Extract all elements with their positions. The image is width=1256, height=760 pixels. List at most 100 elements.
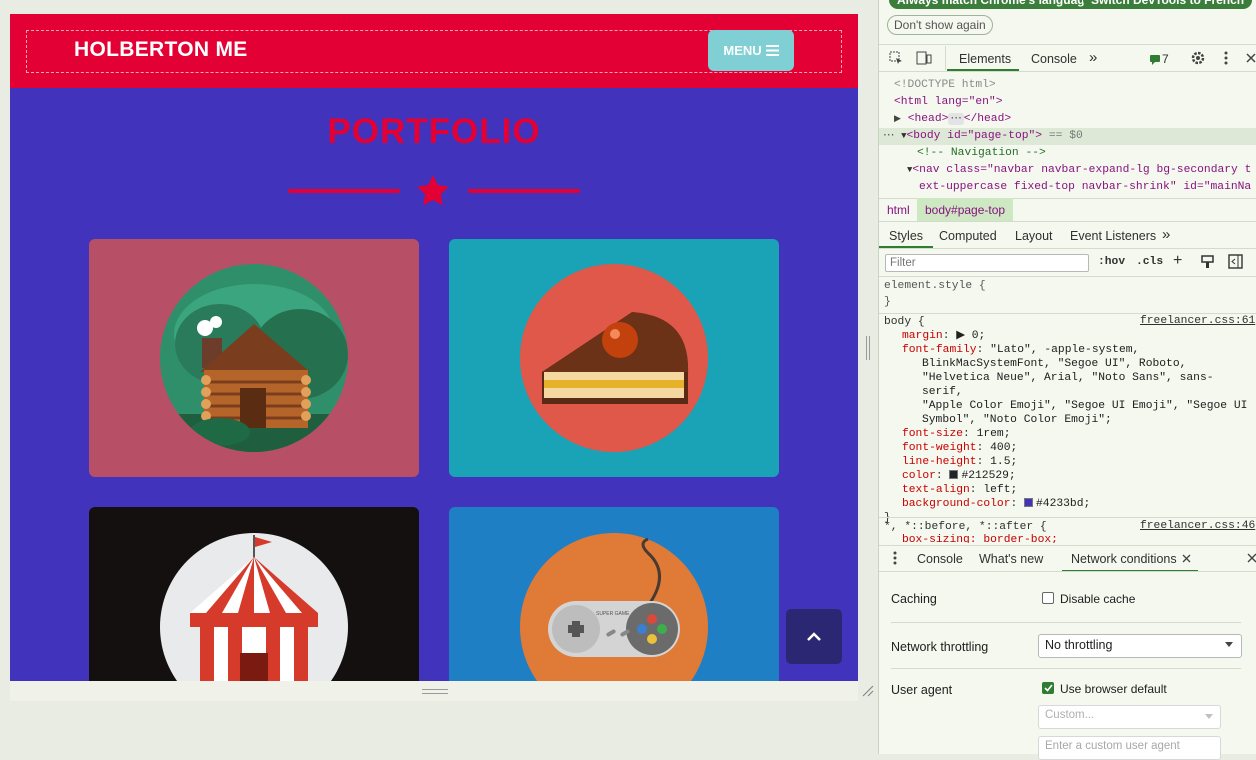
dom-html-node[interactable]: <html lang="en"> bbox=[894, 94, 1256, 111]
match-language-button[interactable]: Always match Chrome's language bbox=[889, 0, 1100, 9]
tab-computed[interactable]: Computed bbox=[939, 229, 997, 243]
issues-icon[interactable] bbox=[1149, 54, 1161, 65]
css-declaration[interactable]: font-size: 1rem; bbox=[884, 427, 1254, 441]
cake-icon bbox=[520, 264, 708, 452]
close-icon[interactable] bbox=[1245, 52, 1256, 64]
drawer-tab-close-icon[interactable] bbox=[1182, 554, 1191, 563]
css-value[interactable]: ▶ 0; bbox=[956, 330, 985, 342]
drawer-tab-whats-new[interactable]: What's new bbox=[979, 552, 1043, 566]
css-value[interactable]: #4233bd; bbox=[1036, 498, 1090, 510]
device-toolbar-icon[interactable] bbox=[916, 51, 932, 65]
css-value[interactable]: 1rem; bbox=[977, 428, 1011, 440]
css-property[interactable]: color bbox=[902, 470, 936, 482]
body-style-rule: body { margin: ▶ 0; font-family: "Lato", … bbox=[884, 315, 1254, 525]
styles-filter-input[interactable] bbox=[885, 254, 1089, 272]
new-style-rule-icon[interactable]: + bbox=[1173, 252, 1182, 270]
dom-comment[interactable]: <!-- Navigation --> bbox=[917, 145, 1046, 162]
inspect-element-icon[interactable] bbox=[889, 51, 903, 65]
css-value[interactable]: 1.5; bbox=[990, 456, 1017, 468]
resize-grip-icon[interactable] bbox=[422, 689, 448, 694]
css-value[interactable]: left; bbox=[983, 484, 1017, 496]
divider-line-right bbox=[468, 189, 580, 193]
css-property[interactable]: text-align bbox=[902, 484, 970, 496]
breadcrumb-body[interactable]: body#page-top bbox=[917, 198, 1014, 221]
drawer-menu-icon[interactable] bbox=[893, 551, 897, 565]
css-declaration[interactable]: Symbol", "Noto Color Emoji"; bbox=[884, 413, 1254, 427]
section-title: PORTFOLIO bbox=[327, 112, 541, 151]
tab-console[interactable]: Console bbox=[1031, 52, 1077, 66]
switch-language-button[interactable]: Switch DevTools to French bbox=[1083, 0, 1253, 9]
custom-user-agent-input[interactable]: Enter a custom user agent bbox=[1038, 736, 1221, 760]
sidebar-toggle-icon[interactable] bbox=[1228, 254, 1243, 269]
drawer-tab-console[interactable]: Console bbox=[917, 552, 963, 566]
issues-count[interactable]: 7 bbox=[1162, 52, 1169, 66]
dom-body-node[interactable]: ⋯ ▼<body id="page-top"> == $0 bbox=[879, 128, 1256, 145]
tab-styles[interactable]: Styles bbox=[889, 229, 923, 243]
user-agent-select: Custom... bbox=[1038, 705, 1221, 729]
portfolio-item-game[interactable]: SUPER GAME bbox=[449, 507, 779, 681]
dom-head-node[interactable]: ▶ <head> ⋯ </head> bbox=[894, 111, 1256, 128]
dont-show-again-button[interactable]: Don't show again bbox=[887, 15, 993, 35]
css-value[interactable]: "Apple Color Emoji", "Segoe UI Emoji", "… bbox=[922, 400, 1247, 412]
hamburger-icon bbox=[765, 45, 779, 56]
css-value[interactable]: 400; bbox=[990, 442, 1017, 454]
css-declaration[interactable]: margin: ▶ 0; bbox=[884, 329, 1254, 343]
more-style-tabs-icon[interactable]: » bbox=[1162, 226, 1170, 243]
css-value[interactable]: "Helvetica Neue", Arial, "Noto Sans", sa… bbox=[922, 372, 1214, 398]
portfolio-item-circus[interactable] bbox=[89, 507, 419, 681]
scroll-to-top-button[interactable] bbox=[786, 609, 842, 664]
css-declaration[interactable]: BlinkMacSystemFont, "Segoe UI", Roboto, bbox=[884, 357, 1254, 371]
site-brand-link[interactable]: HOLBERTON ME bbox=[74, 38, 248, 62]
css-declaration[interactable]: "Apple Color Emoji", "Segoe UI Emoji", "… bbox=[884, 399, 1254, 413]
css-value[interactable]: #212529; bbox=[961, 470, 1015, 482]
css-declaration[interactable]: background-color: #4233bd; bbox=[884, 497, 1254, 511]
css-property[interactable]: line-height bbox=[902, 456, 977, 468]
css-declaration[interactable]: text-align: left; bbox=[884, 483, 1254, 497]
gear-icon[interactable] bbox=[1190, 50, 1206, 66]
panel-splitter-grip-icon[interactable] bbox=[866, 336, 870, 360]
css-property[interactable]: font-weight bbox=[902, 442, 977, 454]
css-property[interactable]: background-color bbox=[902, 498, 1010, 510]
css-declaration[interactable]: font-family: "Lato", -apple-system, bbox=[884, 343, 1254, 357]
css-value[interactable]: BlinkMacSystemFont, "Segoe UI", Roboto, bbox=[922, 358, 1186, 370]
use-browser-default-checkbox[interactable] bbox=[1042, 682, 1054, 694]
hov-toggle[interactable]: :hov bbox=[1098, 256, 1125, 268]
tab-event-listeners[interactable]: Event Listeners bbox=[1070, 229, 1156, 243]
drawer-close-icon[interactable] bbox=[1247, 553, 1256, 563]
chevron-down-icon bbox=[1225, 642, 1233, 647]
disable-cache-checkbox[interactable] bbox=[1042, 592, 1054, 604]
css-value[interactable]: Symbol", "Noto Color Emoji"; bbox=[922, 414, 1112, 426]
css-declaration[interactable]: "Helvetica Neue", Arial, "Noto Sans", sa… bbox=[884, 371, 1254, 399]
paint-brush-icon[interactable] bbox=[1201, 255, 1214, 269]
portfolio-item-cabin[interactable] bbox=[89, 239, 419, 477]
color-swatch-icon[interactable] bbox=[1024, 498, 1034, 507]
breadcrumb-html[interactable]: html bbox=[887, 203, 910, 217]
css-property[interactable]: margin bbox=[902, 330, 943, 342]
dom-doctype[interactable]: <!DOCTYPE html> bbox=[894, 77, 1256, 94]
css-declaration[interactable]: color: #212529; bbox=[884, 469, 1254, 483]
universal-rule-source-link[interactable]: freelancer.css:46 bbox=[1140, 520, 1255, 532]
menu-button[interactable]: MENU bbox=[708, 30, 794, 71]
css-declaration[interactable]: font-weight: 400; bbox=[884, 441, 1254, 455]
cls-toggle[interactable]: .cls bbox=[1136, 256, 1163, 268]
kebab-menu-icon[interactable] bbox=[1224, 51, 1228, 65]
css-property[interactable]: font-family bbox=[902, 344, 977, 356]
color-swatch-icon[interactable] bbox=[949, 470, 959, 479]
disable-cache-label[interactable]: Disable cache bbox=[1060, 592, 1135, 606]
throttling-select[interactable]: No throttling bbox=[1038, 634, 1242, 658]
tab-elements[interactable]: Elements bbox=[959, 52, 1011, 66]
dom-nav-node[interactable]: ▼<nav class="navbar navbar-expand-lg bg-… bbox=[907, 162, 1256, 196]
cabin-icon bbox=[160, 264, 348, 452]
use-browser-default-label[interactable]: Use browser default bbox=[1060, 682, 1167, 696]
css-value[interactable]: "Lato", -apple-system, bbox=[990, 344, 1139, 356]
body-rule-source-link[interactable]: freelancer.css:61 bbox=[1140, 315, 1255, 327]
more-tabs-icon[interactable]: » bbox=[1089, 49, 1097, 66]
drawer-tab-network-conditions[interactable]: Network conditions bbox=[1071, 552, 1177, 566]
tab-layout[interactable]: Layout bbox=[1015, 229, 1053, 243]
portfolio-item-cake[interactable] bbox=[449, 239, 779, 477]
corner-resize-icon[interactable] bbox=[862, 685, 874, 697]
user-agent-label: User agent bbox=[891, 683, 953, 697]
chevron-up-icon bbox=[807, 631, 821, 641]
css-property[interactable]: font-size bbox=[902, 428, 963, 440]
css-declaration[interactable]: line-height: 1.5; bbox=[884, 455, 1254, 469]
